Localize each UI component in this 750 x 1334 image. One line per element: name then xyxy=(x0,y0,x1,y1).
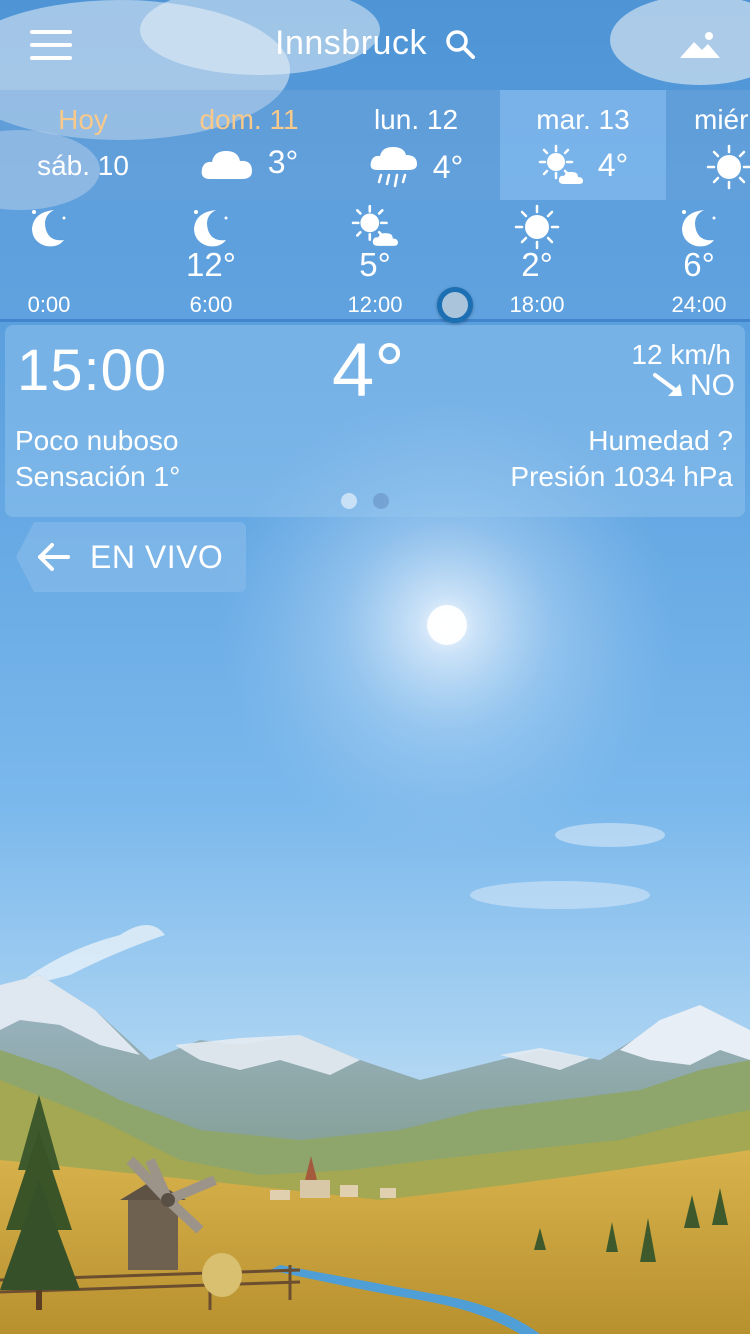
city-name: Innsbruck xyxy=(275,24,427,62)
landscape-icon[interactable] xyxy=(678,30,722,62)
day-label: dom. 11 xyxy=(199,104,299,135)
hour-time: 24:00 xyxy=(671,292,727,317)
hour-time: 12:00 xyxy=(347,292,403,317)
moon-icon xyxy=(682,210,716,247)
rain-cloud-icon xyxy=(370,147,417,188)
arrow-left-icon xyxy=(38,543,70,571)
wind-direction: NO xyxy=(652,369,735,403)
day-temp: 4° xyxy=(432,148,464,185)
sun-icon xyxy=(514,204,560,250)
sun-cloud-icon xyxy=(351,204,398,246)
hourly-forecast[interactable]: 0:00 12° 6:00 5° 12:00 2° 18:00 6° 24:00 xyxy=(0,200,750,322)
moon-icon xyxy=(194,210,228,247)
hour-column: 6° 24:00 xyxy=(639,200,750,322)
day-wednesday[interactable]: miér xyxy=(666,90,750,200)
humidity-text: Humedad ? xyxy=(588,425,733,456)
day-temp: 3° xyxy=(267,144,299,180)
day-label: mar. 13 xyxy=(536,104,630,135)
page-dot-active[interactable] xyxy=(341,493,357,509)
live-button[interactable]: EN VIVO xyxy=(16,522,246,592)
cloud-icon xyxy=(201,150,252,179)
sun-icon xyxy=(706,144,750,190)
condition-text: Poco nuboso xyxy=(15,425,179,456)
detail-panel: 15:00 4° 12 km/h NO Poco nuboso Sensació… xyxy=(5,325,745,517)
day-temp: 4° xyxy=(597,146,629,183)
sun-cloud-icon xyxy=(538,144,583,184)
hour-column: 12° 6:00 xyxy=(151,200,271,322)
wind-arrow-icon xyxy=(653,373,682,396)
time-slider-handle[interactable] xyxy=(437,287,473,323)
moon-icon xyxy=(32,210,66,247)
hour-column: 2° 18:00 xyxy=(477,200,597,322)
hour-time: 18:00 xyxy=(509,292,565,317)
hour-temp: 2° xyxy=(521,246,553,283)
hour-temp: 12° xyxy=(186,246,236,283)
days-strip: Hoy sáb. 10 dom. 11 3° lun. 12 4° mar. 1… xyxy=(0,90,750,200)
hour-column: 5° 12:00 xyxy=(315,200,435,322)
city-header: Innsbruck xyxy=(0,24,750,63)
pressure-text: Presión 1034 hPa xyxy=(510,461,733,492)
wind-direction-label: NO xyxy=(690,369,735,402)
day-sunday[interactable]: dom. 11 3° xyxy=(166,90,332,200)
page-dot[interactable] xyxy=(373,493,389,509)
wind-speed: 12 km/h xyxy=(631,339,731,370)
top-bar: Innsbruck xyxy=(0,0,750,90)
hour-temp: 5° xyxy=(359,246,391,283)
live-button-label: EN VIVO xyxy=(90,538,224,575)
day-label: Hoy xyxy=(58,104,108,135)
hour-temp: 6° xyxy=(683,246,715,283)
detail-time: 15:00 xyxy=(17,338,168,403)
search-icon[interactable] xyxy=(445,29,475,59)
day-label: lun. 12 xyxy=(373,104,459,135)
hour-time: 0:00 xyxy=(27,292,71,317)
hour-column: 0:00 xyxy=(0,200,109,322)
day-today[interactable]: Hoy sáb. 10 xyxy=(0,90,166,200)
detail-temperature: 4° xyxy=(332,328,405,413)
hour-time: 6:00 xyxy=(189,292,233,317)
feels-like-text: Sensación 1° xyxy=(15,461,181,492)
city-selector[interactable]: Innsbruck xyxy=(275,24,475,63)
page-indicator xyxy=(341,493,389,509)
day-label: miér xyxy=(694,104,749,135)
day-monday[interactable]: lun. 12 4° xyxy=(333,90,499,200)
day-date: sáb. 10 xyxy=(37,150,129,181)
day-tuesday-selected[interactable]: mar. 13 4° xyxy=(500,90,666,200)
